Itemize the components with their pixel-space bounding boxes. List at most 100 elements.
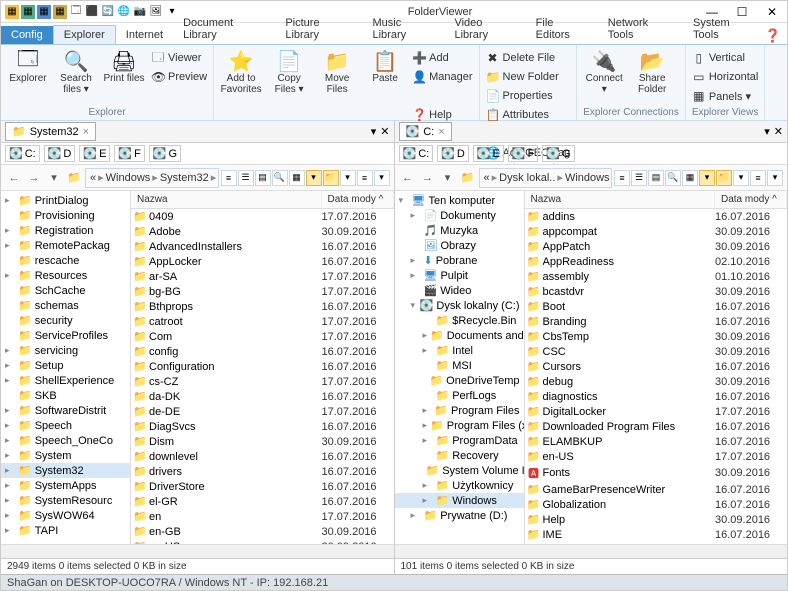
list-item[interactable]: 📁diagnostics16.07.2016 <box>525 389 788 404</box>
col-name[interactable]: Nazwa <box>131 191 322 208</box>
view-button[interactable]: ▾ <box>340 170 356 186</box>
tree-item[interactable]: ▸📁Resources <box>1 268 130 283</box>
tree-item[interactable]: ▸📁Prywatne (D:) <box>395 508 524 523</box>
tree-item[interactable]: ▸📁ShellExperience <box>1 373 130 388</box>
view-button[interactable]: ≡ <box>221 170 237 186</box>
tree-item[interactable]: ▸📁Intel <box>395 343 524 358</box>
expand-icon[interactable]: ▸ <box>411 510 421 521</box>
main-tab-system-tools[interactable]: System Tools <box>683 14 765 44</box>
folder-tree[interactable]: ▸📁PrintDialog📁Provisioning▸📁Registration… <box>1 191 131 544</box>
main-tab-document-library[interactable]: Document Library <box>173 14 275 44</box>
tree-item[interactable]: ▸📁Registration <box>1 223 130 238</box>
main-tab-network-tools[interactable]: Network Tools <box>598 14 683 44</box>
close-pane-button[interactable]: ✕ <box>380 125 389 138</box>
list-item[interactable]: 📁Help30.09.2016 <box>525 512 788 527</box>
back-button[interactable]: ← <box>399 169 417 187</box>
breadcrumb-segment[interactable]: Windows <box>565 172 610 184</box>
expand-icon[interactable]: ▸ <box>5 495 15 506</box>
tree-item[interactable]: ▸📁Speech <box>1 418 130 433</box>
ribbon-button[interactable]: 🔍Search files ▾ <box>55 47 97 95</box>
tree-item[interactable]: 📁SchCache <box>1 283 130 298</box>
expand-icon[interactable]: ▸ <box>5 405 15 416</box>
drive-button[interactable]: 💽E <box>473 145 504 162</box>
ribbon-button[interactable]: ⭐Add to Favorites <box>220 47 262 95</box>
tree-item[interactable]: ▸📁Windows <box>395 493 524 508</box>
list-item[interactable]: 📁Dism30.09.2016 <box>131 434 394 449</box>
view-button[interactable]: 🔍 <box>272 170 288 186</box>
history-button[interactable]: ▾ <box>439 169 457 187</box>
tree-item[interactable]: ▸🖥Pulpit <box>395 268 524 283</box>
tree-item[interactable]: ▸📁Speech_OneCo <box>1 433 130 448</box>
drive-button[interactable]: 💽C: <box>399 145 434 162</box>
expand-icon[interactable]: ▸ <box>411 210 421 221</box>
list-item[interactable]: 📁CbsTemp30.09.2016 <box>525 329 788 344</box>
qat-icon[interactable]: ▦ <box>37 5 51 19</box>
qat-icon[interactable]: ▦ <box>21 5 35 19</box>
tree-item[interactable]: 📁OneDriveTemp <box>395 373 524 388</box>
view-button[interactable]: ▾ <box>733 170 749 186</box>
expand-icon[interactable]: ▸ <box>5 360 15 371</box>
tree-item[interactable]: ▸📁Setup <box>1 358 130 373</box>
list-item[interactable]: 📁Downloaded Program Files16.07.2016 <box>525 419 788 434</box>
list-item[interactable]: 📁el-GR16.07.2016 <box>131 494 394 509</box>
tree-item[interactable]: 📁Provisioning <box>1 208 130 223</box>
view-button[interactable]: ▦ <box>289 170 305 186</box>
qat-icon[interactable]: 🔄 <box>101 5 115 19</box>
list-item[interactable]: 📁DriverStore16.07.2016 <box>131 479 394 494</box>
list-item[interactable]: 📁addins16.07.2016 <box>525 209 788 224</box>
file-list[interactable]: NazwaData mody ^📁040917.07.2016📁Adobe30.… <box>131 191 394 544</box>
list-item[interactable]: 📁cs-CZ17.07.2016 <box>131 374 394 389</box>
tree-item[interactable]: ▸📄Dokumenty <box>395 208 524 223</box>
col-name[interactable]: Nazwa <box>525 191 716 208</box>
tree-item[interactable]: 📁SKB <box>1 388 130 403</box>
close-pane-button[interactable]: ✕ <box>774 125 783 138</box>
view-button[interactable]: ☰ <box>238 170 254 186</box>
list-item[interactable]: 📁ELAMBKUP16.07.2016 <box>525 434 788 449</box>
list-item[interactable]: 📁GameBarPresenceWriter16.07.2016 <box>525 482 788 497</box>
drive-button[interactable]: 💽F <box>508 145 538 162</box>
view-button[interactable]: 📁 <box>323 170 339 186</box>
expand-icon[interactable]: ▸ <box>5 510 15 521</box>
list-item[interactable]: 📁CSC30.09.2016 <box>525 344 788 359</box>
tree-item[interactable]: 📁Recovery <box>395 448 524 463</box>
tree-item[interactable]: ▸📁Documents and S <box>395 328 524 343</box>
tree-item[interactable]: ▸📁Program Files (x8 <box>395 418 524 433</box>
ribbon-button[interactable]: 📁Move Files <box>316 47 358 95</box>
breadcrumb[interactable]: «▸Dysk lokal..▸Windows▸ <box>479 168 613 188</box>
main-tab-file-editors[interactable]: File Editors <box>526 14 598 44</box>
view-button[interactable]: ▾ <box>699 170 715 186</box>
breadcrumb-segment[interactable]: Dysk lokal.. <box>499 172 555 184</box>
expand-icon[interactable]: ▸ <box>423 435 433 446</box>
ribbon-button[interactable]: 📄Copy Files ▾ <box>268 47 310 95</box>
main-tab-explorer[interactable]: Explorer <box>53 25 116 44</box>
tree-item[interactable]: 📁MSI <box>395 358 524 373</box>
list-item[interactable]: 📁appcompat30.09.2016 <box>525 224 788 239</box>
breadcrumb-segment[interactable]: « <box>484 172 490 184</box>
tree-item[interactable]: 🖼Obrazy <box>395 238 524 253</box>
ribbon-button-small[interactable]: ▦Panels ▾ <box>692 87 759 105</box>
file-list[interactable]: NazwaData mody ^📁addins16.07.2016📁appcom… <box>525 191 788 544</box>
list-item[interactable]: 📁assembly01.10.2016 <box>525 269 788 284</box>
tree-item[interactable]: ▾💽Dysk lokalny (C:) <box>395 298 524 313</box>
list-item[interactable]: 📁en17.07.2016 <box>131 509 394 524</box>
qat-icon[interactable]: 📷 <box>133 5 147 19</box>
list-item[interactable]: 📁AppPatch30.09.2016 <box>525 239 788 254</box>
list-item[interactable]: 📁debug30.09.2016 <box>525 374 788 389</box>
expand-icon[interactable]: ▸ <box>5 525 15 536</box>
list-item[interactable]: 📁ar-SA17.07.2016 <box>131 269 394 284</box>
qat-icon[interactable]: 🖼 <box>149 5 163 19</box>
list-item[interactable]: 📁AdvancedInstallers16.07.2016 <box>131 239 394 254</box>
expand-icon[interactable]: ▸ <box>423 480 433 491</box>
ribbon-button[interactable]: 🗔Explorer <box>7 47 49 84</box>
expand-icon[interactable]: ▸ <box>5 375 15 386</box>
drive-button[interactable]: 💽E <box>79 145 110 162</box>
tree-item[interactable]: ▸📁Użytkownicy <box>395 478 524 493</box>
list-item[interactable]: 📁Configuration16.07.2016 <box>131 359 394 374</box>
qat-icon[interactable]: 🗔 <box>69 5 83 19</box>
tree-item[interactable]: 📁ServiceProfiles <box>1 328 130 343</box>
main-tab-video-library[interactable]: Video Library <box>444 14 525 44</box>
view-button[interactable]: 📁 <box>716 170 732 186</box>
expand-icon[interactable]: ▸ <box>423 420 428 431</box>
expand-icon[interactable]: ▸ <box>5 420 15 431</box>
tree-item[interactable]: ▸⬇Pobrane <box>395 253 524 268</box>
